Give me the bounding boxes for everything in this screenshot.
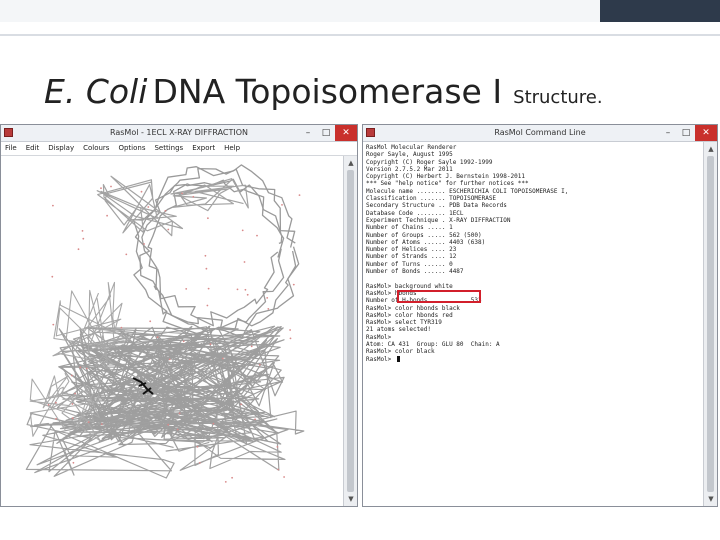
slide-title: E. Coli DNA Topoisomerase I Structure.: [44, 72, 603, 111]
scroll-up-icon[interactable]: ▲: [346, 158, 356, 168]
close-button[interactable]: ✕: [695, 125, 717, 141]
menu-colours[interactable]: Colours: [83, 142, 109, 155]
console-line: *** See "help notice" for further notice…: [366, 180, 529, 188]
graphics-titlebar: RasMol - 1ECL X-RAY DIFFRACTION – □ ✕: [1, 125, 357, 142]
console-line: Atom: CA 431 Group: GLU 80 Chain: A: [366, 341, 500, 349]
console-line: Molecule name ........ ESCHERICHIA COLI …: [366, 187, 569, 195]
scroll-thumb[interactable]: [707, 156, 714, 492]
minimize-button[interactable]: –: [299, 125, 317, 141]
console-line: RasMol> color hbonds black: [366, 304, 460, 312]
menu-edit[interactable]: Edit: [26, 142, 40, 155]
command-scrollbar[interactable]: ▲ ▼: [703, 142, 717, 506]
console-line: Number of Chains ..... 1: [366, 224, 453, 232]
console-line: 21 atoms selected!: [366, 326, 432, 334]
console-line: RasMol> color hbonds red: [366, 311, 453, 319]
console-line: RasMol> background white: [366, 282, 453, 290]
command-console[interactable]: RasMol Molecular Renderer Roger Sayle, Au…: [366, 144, 702, 504]
slide-divider: [0, 34, 720, 36]
console-line: Number of Helices .... 23: [366, 246, 457, 254]
graphics-scrollbar[interactable]: ▲ ▼: [343, 156, 357, 506]
menu-settings[interactable]: Settings: [154, 142, 183, 155]
console-line: RasMol Molecular Renderer: [366, 144, 457, 151]
rasmol-command-window: RasMol Command Line – □ ✕ RasMol Molecul…: [362, 124, 718, 507]
console-line: Number of Groups ..... 562 (500): [366, 231, 482, 239]
scroll-thumb[interactable]: [347, 170, 354, 492]
console-line: Experiment Technique . X-RAY DIFFRACTION: [366, 216, 511, 224]
maximize-button[interactable]: □: [317, 125, 335, 141]
console-line: Version 2.7.5.2 Mar 2011: [366, 165, 453, 173]
scroll-down-icon[interactable]: ▼: [706, 494, 716, 504]
slide-corner-accent: [600, 0, 720, 22]
scroll-up-icon[interactable]: ▲: [706, 144, 716, 154]
minimize-button[interactable]: –: [659, 125, 677, 141]
console-line: Number of Turns ...... 0: [366, 260, 453, 268]
console-line: Number of Strands .... 12: [366, 253, 457, 261]
console-line: Database Code ........ 1ECL: [366, 209, 464, 217]
protein-backbone-image: [25, 164, 305, 483]
molecule-canvas[interactable]: [1, 156, 341, 506]
graphics-menubar: File Edit Display Colours Options Settin…: [1, 142, 357, 156]
console-line: Copyright (C) Roger Sayle 1992-1999: [366, 158, 493, 166]
console-line: Secondary Structure .. PDB Data Records: [366, 202, 507, 210]
title-structure: Structure.: [513, 87, 603, 108]
command-window-title: RasMol Command Line: [494, 128, 586, 137]
text-cursor: [396, 355, 400, 362]
title-enzyme: DNA Topoisomerase I: [152, 72, 503, 111]
console-line: Roger Sayle, August 1995: [366, 151, 453, 159]
console-line: RasMol> select TYR319: [366, 319, 442, 327]
menu-display[interactable]: Display: [48, 142, 74, 155]
console-line: RasMol> color black: [366, 348, 435, 356]
console-line: RasMol>: [366, 355, 702, 363]
command-titlebar: RasMol Command Line – □ ✕: [363, 125, 717, 142]
console-line: RasMol>: [366, 333, 392, 341]
scroll-down-icon[interactable]: ▼: [346, 494, 356, 504]
close-button[interactable]: ✕: [335, 125, 357, 141]
rasmol-app-icon: [366, 128, 375, 137]
menu-options[interactable]: Options: [118, 142, 145, 155]
graphics-window-title: RasMol - 1ECL X-RAY DIFFRACTION: [109, 128, 249, 137]
maximize-button[interactable]: □: [677, 125, 695, 141]
console-line: Number of Bonds ...... 4487: [366, 268, 464, 276]
console-line: Classification ....... TOPOISOMERASE: [366, 195, 497, 203]
console-line: Copyright (C) Herbert J. Bernstein 1998-…: [366, 173, 525, 181]
menu-file[interactable]: File: [5, 142, 17, 155]
rasmol-graphics-window: RasMol - 1ECL X-RAY DIFFRACTION – □ ✕ Fi…: [0, 124, 358, 507]
menu-help[interactable]: Help: [224, 142, 240, 155]
menu-export[interactable]: Export: [192, 142, 215, 155]
console-line: Number of Atoms ...... 4403 (638): [366, 238, 486, 246]
rasmol-app-icon: [4, 128, 13, 137]
title-organism: E. Coli: [44, 72, 148, 111]
hbond-count-highlight: [397, 290, 481, 303]
